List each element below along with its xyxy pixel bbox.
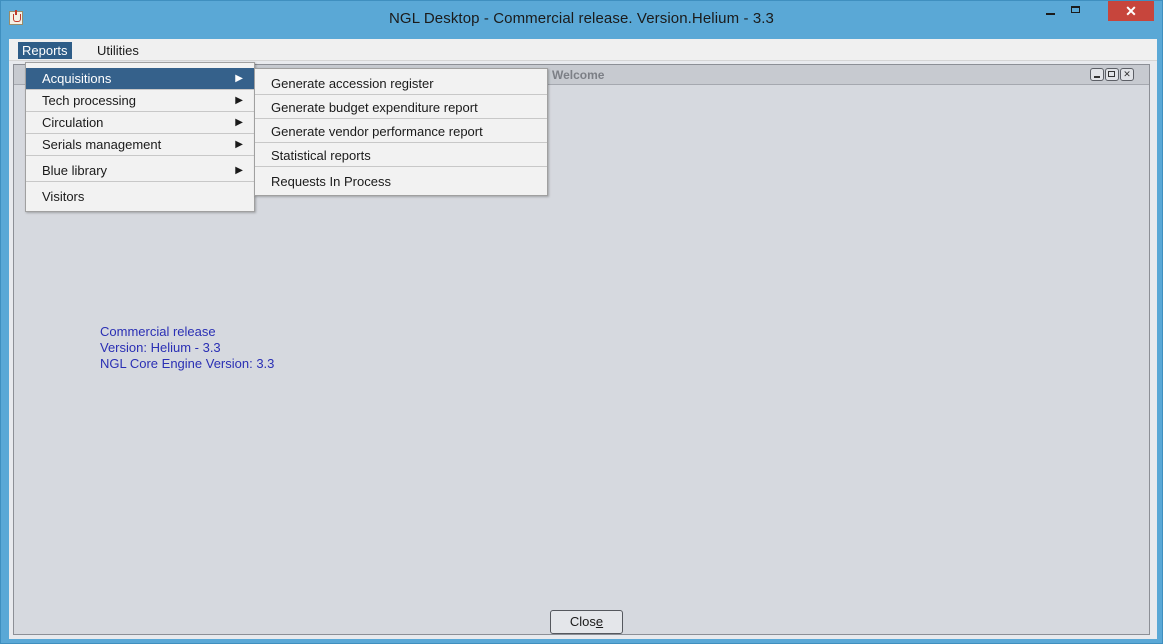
menu-item-serials-management[interactable]: Serials management ▶: [26, 134, 254, 156]
menu-item-label: Circulation: [42, 115, 104, 130]
menu-item-blue-library[interactable]: Blue library ▶: [26, 160, 254, 182]
submenu-arrow-icon: ▶: [235, 117, 243, 128]
menu-reports[interactable]: Reports: [18, 42, 72, 59]
reports-dropdown: Acquisitions ▶ Tech processing ▶ Circula…: [25, 62, 255, 212]
minimize-icon[interactable]: [1037, 1, 1063, 21]
close-button[interactable]: Close: [550, 610, 623, 634]
menu-bar: Reports Utilities: [9, 39, 1157, 61]
menu-item-tech-processing[interactable]: Tech processing ▶: [26, 90, 254, 112]
menu-item-label: Tech processing: [42, 93, 136, 108]
info-line-engine: NGL Core Engine Version: 3.3: [100, 356, 275, 371]
info-line-version: Version: Helium - 3.3: [100, 340, 221, 355]
application-window: NGL Desktop - Commercial release. Versio…: [0, 0, 1163, 644]
menu-item-label: Serials management: [42, 137, 162, 152]
close-icon[interactable]: ✕: [1108, 1, 1154, 21]
frame-minimize-icon[interactable]: [1090, 68, 1104, 81]
menu-item-label: Acquisitions: [42, 71, 112, 86]
version-info: Commercial release Version: Helium - 3.3…: [100, 324, 274, 372]
menu-item-label: Blue library: [42, 163, 108, 178]
window-titlebar[interactable]: NGL Desktop - Commercial release. Versio…: [1, 1, 1162, 39]
submenu-item-requests-in-process[interactable]: Requests In Process: [255, 169, 547, 193]
menu-item-visitors[interactable]: Visitors: [26, 186, 254, 208]
submenu-item-accession-register[interactable]: Generate accession register: [255, 71, 547, 95]
submenu-arrow-icon: ▶: [235, 95, 243, 106]
acquisitions-submenu: Generate accession register Generate bud…: [254, 68, 548, 196]
close-button-mnemonic: e: [595, 614, 604, 629]
menu-item-label: Visitors: [42, 189, 85, 204]
submenu-arrow-icon: ▶: [235, 165, 243, 176]
close-button-label-a: Clos: [569, 614, 596, 629]
window-title: NGL Desktop - Commercial release. Versio…: [389, 10, 774, 27]
maximize-icon[interactable]: [1063, 1, 1089, 21]
frame-maximize-icon[interactable]: [1105, 68, 1119, 81]
submenu-arrow-icon: ▶: [235, 139, 243, 150]
menu-item-circulation[interactable]: Circulation ▶: [26, 112, 254, 134]
info-line-release: Commercial release: [100, 324, 216, 339]
submenu-item-statistical-reports[interactable]: Statistical reports: [255, 143, 547, 167]
menu-utilities[interactable]: Utilities: [93, 42, 143, 59]
submenu-item-budget-expenditure[interactable]: Generate budget expenditure report: [255, 95, 547, 119]
menu-item-acquisitions[interactable]: Acquisitions ▶: [26, 68, 254, 90]
frame-close-icon[interactable]: ✕: [1120, 68, 1134, 81]
submenu-arrow-icon: ▶: [235, 73, 243, 84]
submenu-item-vendor-performance[interactable]: Generate vendor performance report: [255, 119, 547, 143]
welcome-frame-title: Welcome: [552, 68, 605, 82]
